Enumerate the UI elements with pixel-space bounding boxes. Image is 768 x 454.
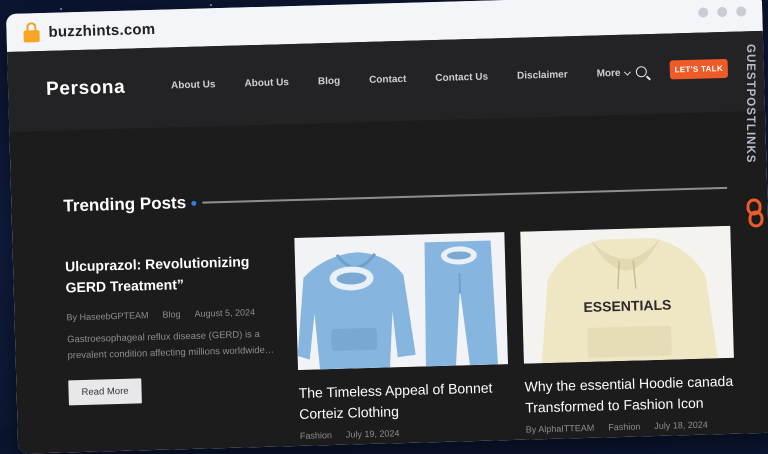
post-thumbnail[interactable]	[294, 232, 508, 370]
post-author[interactable]: By HaseebGPTEAM	[66, 310, 148, 322]
lock-icon	[22, 22, 41, 43]
watermark: GUESTPOSTLINKS	[738, 38, 768, 278]
window-dot-icon[interactable]	[736, 6, 747, 17]
nav-about-us-2[interactable]: About Us	[244, 77, 289, 89]
trending-header: Trending Posts	[63, 178, 728, 217]
post-meta: By HaseebGPTEAM Blog August 5, 2024	[66, 306, 286, 322]
post-category[interactable]: Fashion	[608, 421, 640, 432]
window-dot-icon[interactable]	[717, 6, 728, 18]
window-controls	[698, 6, 747, 18]
lets-talk-button[interactable]: LET'S TALK	[669, 58, 729, 80]
read-more-button[interactable]: Read More	[68, 378, 142, 406]
search-icon[interactable]	[635, 66, 648, 78]
post-card: Ulcuprazol: Revolutionizing GERD Treatme…	[65, 250, 289, 406]
post-title[interactable]: The Timeless Appeal of Bonnet Corteiz Cl…	[298, 377, 509, 425]
nav-more-label: More	[596, 67, 621, 80]
section-title: Trending Posts	[63, 193, 187, 216]
post-date: July 18, 2024	[654, 419, 708, 432]
image-brand-text: ESSENTIALS	[583, 297, 671, 315]
essentials-hoodie-image: ESSENTIALS	[520, 225, 734, 364]
chevron-down-icon	[623, 68, 631, 76]
section-divider	[202, 186, 728, 204]
link-icon	[746, 198, 764, 228]
post-category[interactable]: Fashion	[300, 430, 332, 441]
website-viewport: Persona About Us About Us Blog Contact C…	[7, 30, 768, 454]
watermark-text: GUESTPOSTLINKS	[744, 44, 756, 164]
post-thumbnail[interactable]: ESSENTIALS	[520, 225, 734, 364]
nav-contact[interactable]: Contact	[369, 74, 407, 86]
post-category[interactable]: Blog	[162, 309, 180, 319]
url-text[interactable]: buzzhints.com	[48, 20, 155, 40]
nav-disclaimer[interactable]: Disclaimer	[517, 69, 568, 81]
post-date: August 5, 2024	[194, 307, 256, 319]
post-title[interactable]: Why the essential Hoodie canada Transfor…	[524, 371, 735, 419]
nav-blog[interactable]: Blog	[318, 76, 341, 88]
site-logo[interactable]: Persona	[46, 77, 126, 101]
address-bar[interactable]: buzzhints.com	[22, 19, 155, 43]
post-excerpt: Gastroesophageal reflux disease (GERD) i…	[66, 329, 275, 362]
browser-window: buzzhints.com Persona About Us About Us …	[6, 0, 768, 454]
post-date: July 19, 2024	[345, 428, 400, 440]
blue-tracksuit-image	[294, 232, 508, 370]
nav-more[interactable]: More	[596, 67, 631, 80]
window-dot-icon[interactable]	[698, 7, 709, 18]
post-title[interactable]: Ulcuprazol: Revolutionizing GERD Treatme…	[65, 250, 286, 298]
nav-about-us[interactable]: About Us	[171, 79, 216, 91]
post-meta: By AlphaITTEAM Fashion July 18, 2024	[526, 419, 736, 435]
post-card: The Timeless Appeal of Bonnet Corteiz Cl…	[294, 232, 510, 441]
nav-contact-us[interactable]: Contact Us	[435, 72, 488, 84]
post-card: ESSENTIALS Why the essential Hoodie cana…	[520, 225, 736, 435]
main-nav: About Us About Us Blog Contact Contact U…	[171, 67, 659, 91]
post-meta: Fashion July 19, 2024	[300, 425, 510, 441]
bullet-dot	[191, 200, 197, 206]
